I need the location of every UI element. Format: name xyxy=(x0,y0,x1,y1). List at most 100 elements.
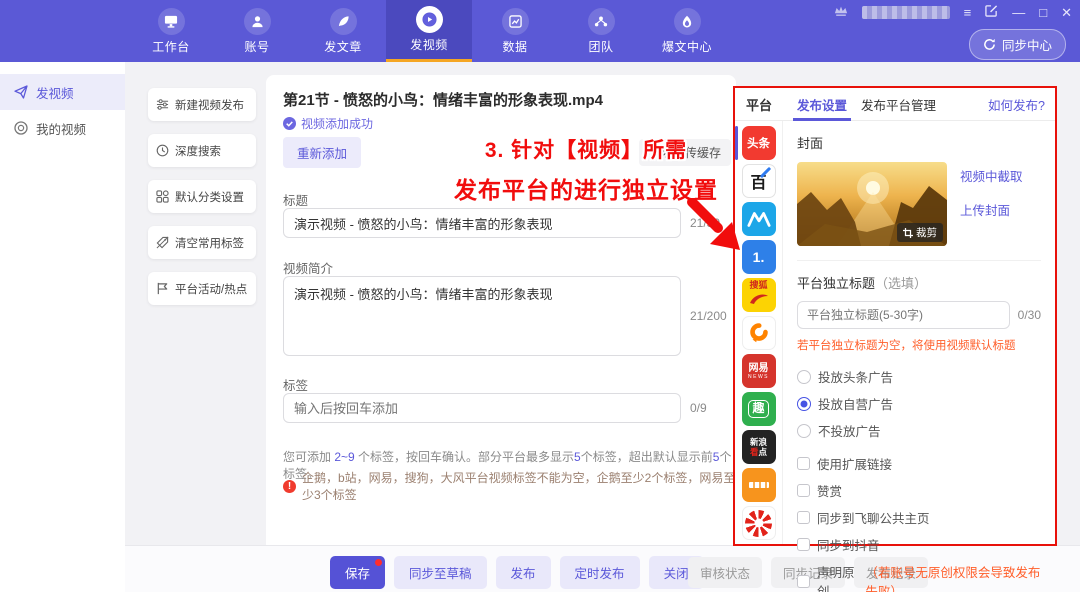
nav-tab-hot-articles[interactable]: 爆文中心 xyxy=(644,0,730,62)
radio-toutiao-ads[interactable]: 投放头条广告 xyxy=(797,367,1041,386)
nav-tab-accounts[interactable]: 账号 xyxy=(214,0,300,62)
nav-tab-data[interactable]: 数据 xyxy=(472,0,558,62)
sidebar-item-my-videos[interactable]: 我的视频 xyxy=(0,110,125,146)
close-button[interactable]: ✕ xyxy=(1061,6,1072,19)
scheduled-publish-button[interactable]: 定时发布 xyxy=(560,556,640,589)
tab-publish-settings[interactable]: 发布设置 xyxy=(797,88,847,121)
checkbox-declare-original[interactable]: 声明原创（若账号无原创权限会导致发布失败） xyxy=(797,562,1041,592)
clear-common-tags-button[interactable]: 清空常用标签 xyxy=(148,226,256,259)
cover-label: 封面 xyxy=(797,133,1041,152)
how-to-publish-link[interactable]: 如何发布? xyxy=(988,95,1045,114)
platform-icon-dayu[interactable] xyxy=(742,202,776,236)
monitor-icon xyxy=(158,8,185,35)
flame-icon xyxy=(674,8,701,35)
vip-crown-icon xyxy=(834,5,848,20)
cover-thumbnail[interactable]: 裁剪 xyxy=(797,162,947,246)
independent-title-note: 若平台独立标题为空，将使用视频默认标题 xyxy=(797,337,1041,353)
radio-circle xyxy=(797,370,811,384)
platform-icon-dafeng-phoenix[interactable] xyxy=(742,506,776,540)
clear-upload-cache-button[interactable]: 清除上传缓存 xyxy=(639,139,731,166)
platform-icon-toutiao[interactable]: 头条 xyxy=(742,126,776,160)
deep-search-button[interactable]: 深度搜索 xyxy=(148,134,256,167)
left-sidebar: 发视频 我的视频 xyxy=(0,62,125,592)
tags-field-label: 标签 xyxy=(283,375,308,394)
new-video-publish-button[interactable]: 新建视频发布 xyxy=(148,88,256,121)
description-field-label: 视频简介 xyxy=(283,258,333,277)
review-status-button[interactable]: 审核状态 xyxy=(688,557,762,588)
orange-swirl-glyph xyxy=(747,321,771,345)
red-swoosh xyxy=(748,290,770,306)
platform-icon-orange-media[interactable] xyxy=(742,468,776,502)
unsaved-dot xyxy=(375,559,382,566)
platform-icon-sohu[interactable]: 搜狐 xyxy=(742,278,776,312)
tools-column: 新建视频发布 深度搜索 默认分类设置 清空常用标签 平台活动/热点 xyxy=(148,88,256,305)
platform-icon-baijiahao[interactable]: 百 xyxy=(742,164,776,198)
sync-to-draft-button[interactable]: 同步至草稿 xyxy=(394,556,487,589)
platform-settings-panel: 平台 发布设置 发布平台管理 如何发布? 头条 百 1. 搜狐 网易NEWS 趣… xyxy=(733,86,1057,546)
nav-tab-workbench[interactable]: 工作台 xyxy=(128,0,214,62)
platform-icon-netease[interactable]: 网易NEWS xyxy=(742,354,776,388)
exclamation-icon: ! xyxy=(283,480,296,493)
video-form-panel: 第21节 - 愤怒的小鸟：情绪丰富的形象表现.mp4 视频添加成功 重新添加 清… xyxy=(266,75,736,545)
radio-no-ads[interactable]: 不投放广告 xyxy=(797,421,1041,440)
checkbox-appreciation[interactable]: 赞赏 xyxy=(797,481,1041,500)
refresh-icon xyxy=(983,38,996,51)
platform-icon-yidian[interactable]: 1. xyxy=(742,240,776,274)
platform-icon-dongfang[interactable] xyxy=(742,316,776,350)
sync-center-button[interactable]: 同步中心 xyxy=(969,29,1066,60)
minimize-button[interactable]: — xyxy=(1012,6,1025,19)
crop-button[interactable]: 裁剪 xyxy=(897,223,943,242)
checkbox-extended-link[interactable]: 使用扩展链接 xyxy=(797,454,1041,473)
upload-cover-link[interactable]: 上传封面 xyxy=(960,200,1023,219)
nav-tab-publish-video[interactable]: 发视频 xyxy=(386,0,472,62)
clock-icon xyxy=(156,144,169,157)
checkbox xyxy=(797,575,810,588)
platform-rail-title: 平台 xyxy=(735,95,783,114)
description-counter: 21/200 xyxy=(690,309,727,323)
team-network-icon xyxy=(588,8,615,35)
panel-body: 封面 xyxy=(783,121,1055,544)
grid-icon xyxy=(156,190,169,203)
sliders-icon xyxy=(156,98,169,111)
nav-tab-publish-article[interactable]: 发文章 xyxy=(300,0,386,62)
readd-video-button[interactable]: 重新添加 xyxy=(283,137,361,168)
sidebar-item-publish-video[interactable]: 发视频 xyxy=(0,74,125,110)
video-filename: 第21节 - 愤怒的小鸟：情绪丰富的形象表现.mp4 xyxy=(283,89,603,110)
titlebar: ≡ — □ ✕ 工作台 账号 发文章 发视频 xyxy=(0,0,1080,62)
title-field-label: 标题 xyxy=(283,190,308,209)
platform-icon-qutoutiao[interactable]: 趣 xyxy=(742,392,776,426)
checkbox-sync-douyin[interactable]: 同步到抖音 xyxy=(797,535,1041,554)
platform-icon-sina-kandian[interactable]: 新浪看点 xyxy=(742,430,776,464)
panel-header: 平台 发布设置 发布平台管理 如何发布? xyxy=(735,88,1055,121)
tab-platform-management[interactable]: 发布平台管理 xyxy=(861,88,936,121)
app-window: ≡ — □ ✕ 工作台 账号 发文章 发视频 xyxy=(0,0,1080,592)
tag-slash-icon xyxy=(156,236,169,249)
tags-counter: 0/9 xyxy=(690,401,707,415)
nav-tab-team[interactable]: 团队 xyxy=(558,0,644,62)
platform-activity-button[interactable]: 平台活动/热点 xyxy=(148,272,256,305)
feather-icon xyxy=(330,8,357,35)
checkbox-sync-feiliao[interactable]: 同步到飞聊公共主页 xyxy=(797,508,1041,527)
maximize-button[interactable]: □ xyxy=(1039,6,1047,19)
publish-button[interactable]: 发布 xyxy=(496,556,551,589)
description-textarea[interactable]: 演示视频 - 愤怒的小鸟：情绪丰富的形象表现 xyxy=(283,276,681,356)
upload-status: 视频添加成功 xyxy=(283,115,373,132)
tags-input[interactable] xyxy=(283,393,681,423)
capture-from-video-link[interactable]: 视频中截取 xyxy=(960,166,1023,185)
account-number-masked xyxy=(862,6,950,19)
paper-plane-icon xyxy=(14,85,28,99)
play-video-icon xyxy=(416,6,443,33)
radio-circle xyxy=(797,424,811,438)
radio-self-ads[interactable]: 投放自营广告 xyxy=(797,394,1041,413)
default-category-settings-button[interactable]: 默认分类设置 xyxy=(148,180,256,213)
fish-glyph xyxy=(747,210,771,228)
title-input[interactable] xyxy=(283,208,681,238)
independent-title-input[interactable] xyxy=(797,301,1010,329)
save-button[interactable]: 保存 xyxy=(330,556,385,589)
divider xyxy=(797,260,1041,261)
checkbox xyxy=(797,511,810,524)
crop-icon xyxy=(903,228,913,238)
edit-account-icon[interactable] xyxy=(985,4,998,20)
menu-icon[interactable]: ≡ xyxy=(964,6,972,19)
platform-icon-rail: 头条 百 1. 搜狐 网易NEWS 趣 新浪看点 xyxy=(735,121,783,544)
